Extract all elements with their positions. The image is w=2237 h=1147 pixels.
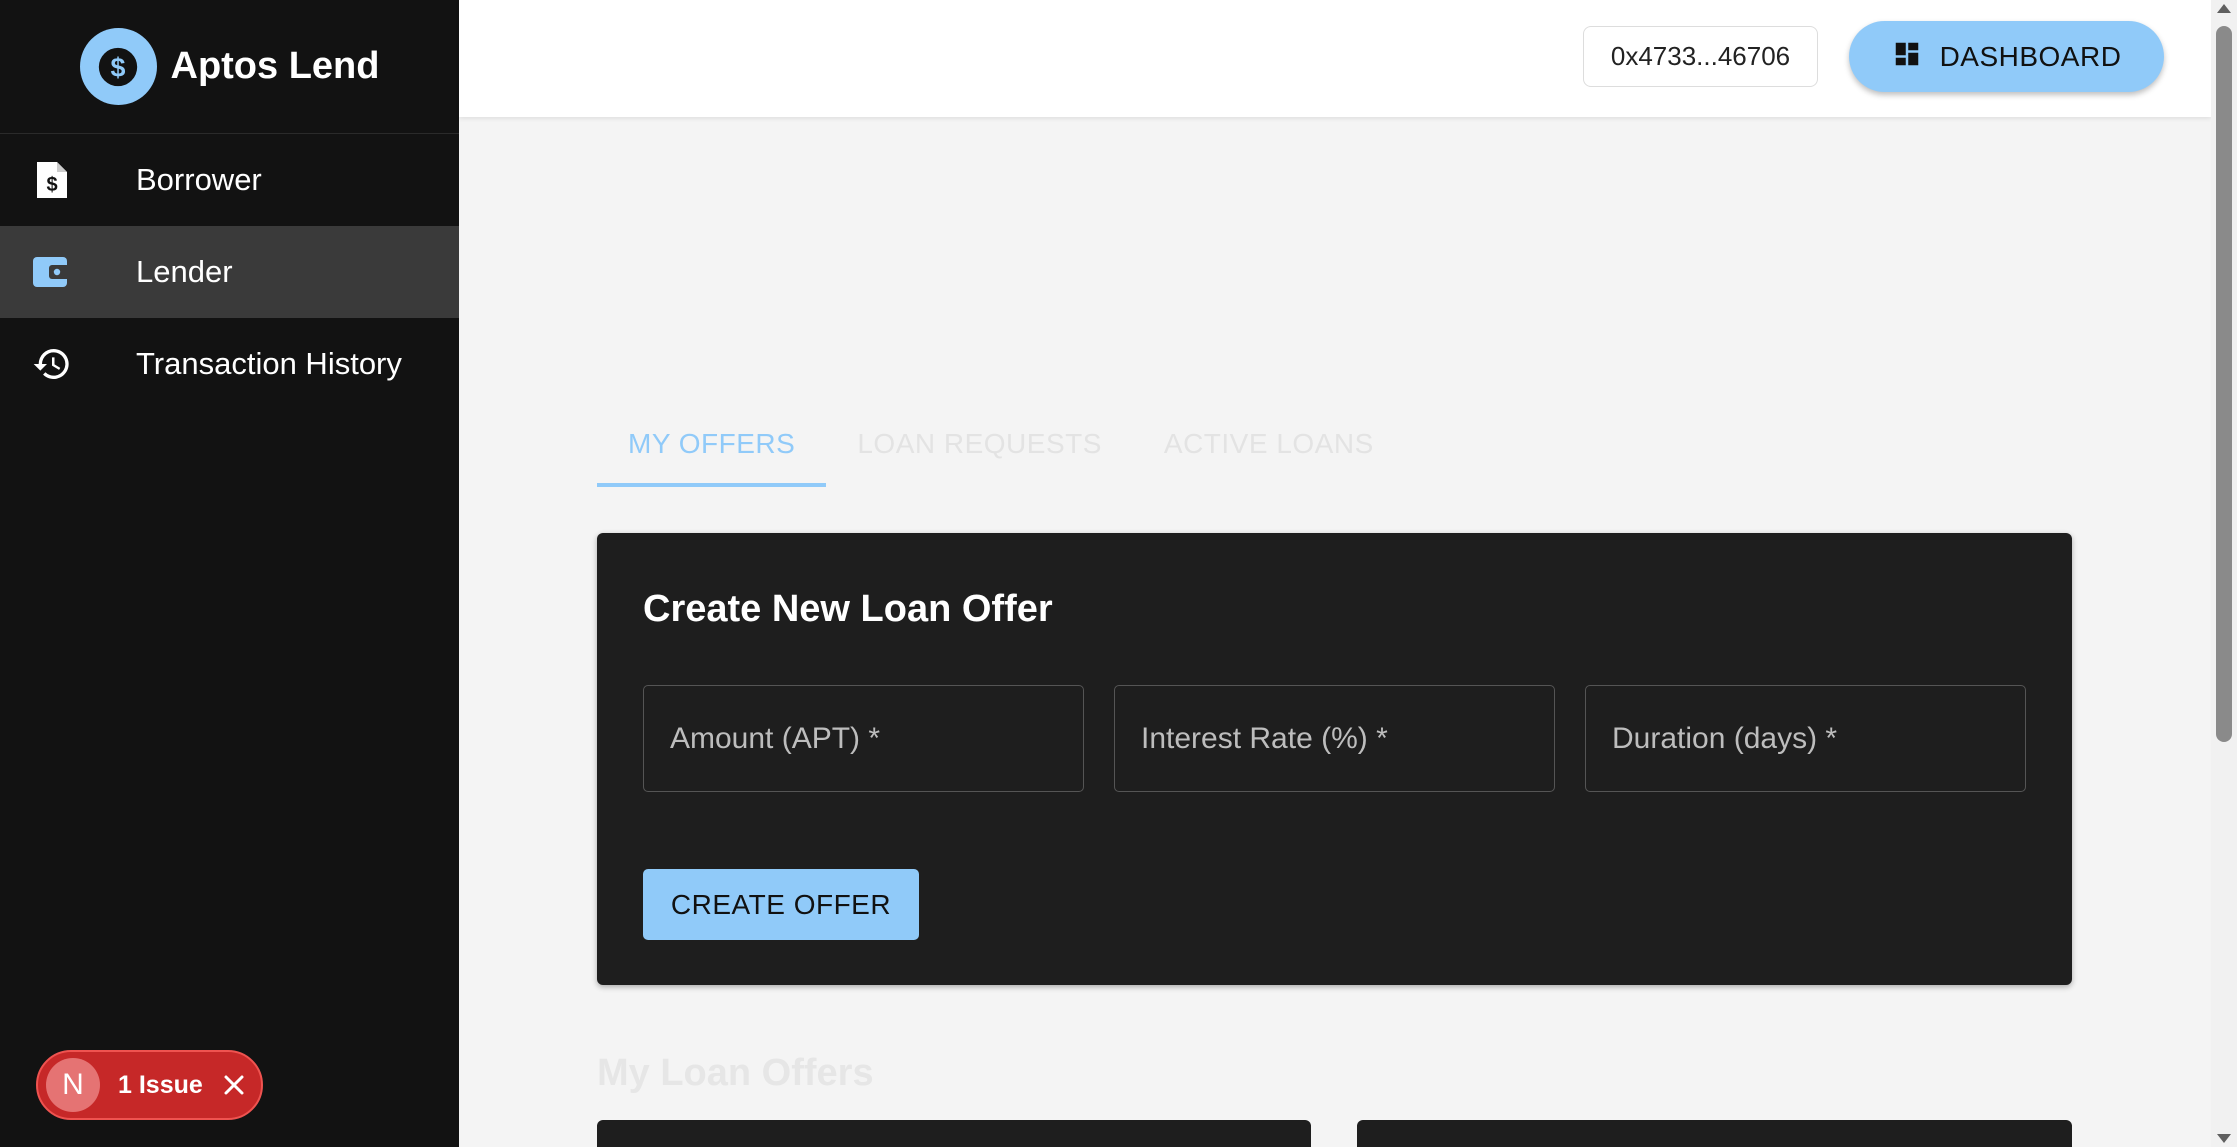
issue-count: 1 Issue	[118, 1070, 203, 1099]
svg-text:$: $	[46, 174, 57, 196]
create-offer-button[interactable]: CREATE OFFER	[643, 869, 919, 940]
issue-logo: N	[46, 1058, 100, 1112]
document-dollar-icon: $	[32, 160, 72, 200]
my-loan-offers-heading: My Loan Offers	[597, 1052, 874, 1094]
sidebar-item-borrower[interactable]: $ Borrower	[0, 134, 459, 226]
scrollbar[interactable]	[2211, 0, 2237, 1147]
dollar-circle-icon: $	[79, 28, 157, 105]
dashboard-label: DASHBOARD	[1939, 40, 2122, 72]
tab-my-offers[interactable]: MY OFFERS	[597, 400, 827, 487]
history-icon	[32, 344, 72, 384]
wallet-address[interactable]: 0x4733...46706	[1583, 26, 1818, 87]
close-icon[interactable]	[221, 1072, 247, 1098]
create-offer-card: Create New Loan Offer Amount (APT) * Int…	[597, 533, 2072, 985]
scroll-down-arrow-icon[interactable]	[2217, 1134, 2231, 1143]
brand[interactable]: $ Aptos Lend	[0, 0, 459, 134]
sidebar: $ Aptos Lend $ Borrower Lender Transacti…	[0, 0, 459, 1147]
wallet-icon	[32, 252, 72, 292]
scrollbar-thumb[interactable]	[2216, 26, 2232, 742]
amount-field[interactable]: Amount (APT) *	[643, 685, 1084, 792]
duration-field[interactable]: Duration (days) *	[1585, 685, 2026, 792]
scroll-up-arrow-icon[interactable]	[2217, 4, 2231, 13]
offer-card	[597, 1120, 1311, 1147]
lender-tabs: MY OFFERS LOAN REQUESTS ACTIVE LOANS	[597, 400, 1405, 487]
dashboard-icon	[1892, 39, 1922, 74]
tab-active-loans[interactable]: ACTIVE LOANS	[1133, 400, 1405, 487]
issue-badge[interactable]: N 1 Issue	[36, 1050, 263, 1120]
svg-text:$: $	[111, 52, 126, 82]
interest-rate-field[interactable]: Interest Rate (%) *	[1114, 685, 1555, 792]
sidebar-item-lender[interactable]: Lender	[0, 226, 459, 318]
sidebar-item-label: Lender	[136, 254, 233, 289]
dashboard-button[interactable]: DASHBOARD	[1849, 21, 2164, 92]
card-title: Create New Loan Offer	[643, 588, 1053, 630]
offer-card	[1357, 1120, 2072, 1147]
top-bar: 0x4733...46706 DASHBOARD	[459, 0, 2211, 117]
app-name: Aptos Lend	[170, 45, 380, 87]
sidebar-item-label: Transaction History	[136, 346, 402, 381]
sidebar-item-label: Borrower	[136, 162, 262, 197]
sidebar-item-transaction-history[interactable]: Transaction History	[0, 318, 459, 410]
tab-loan-requests[interactable]: LOAN REQUESTS	[826, 400, 1133, 487]
